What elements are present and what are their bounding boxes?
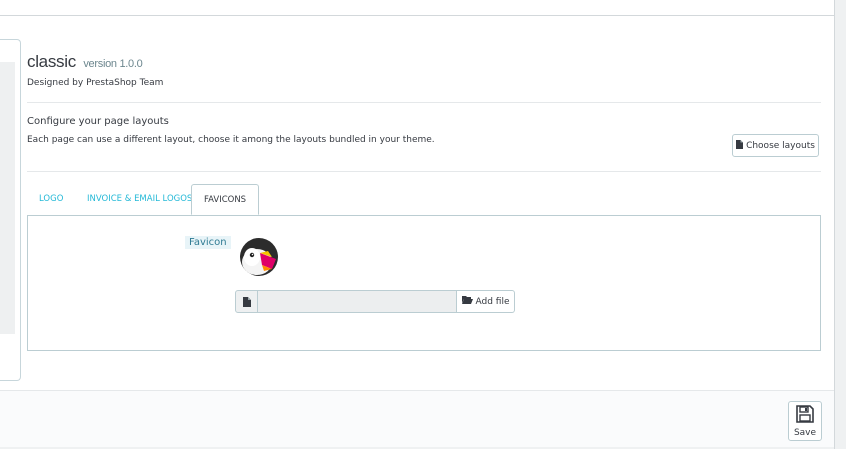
layouts-title: Configure your page layouts bbox=[27, 116, 169, 127]
choose-layouts-label: Choose layouts bbox=[746, 140, 815, 151]
theme-version: version 1.0.0 bbox=[83, 58, 143, 70]
divider bbox=[27, 171, 821, 172]
scroll-gutter bbox=[834, 0, 846, 449]
theme-author: Designed by PrestaShop Team bbox=[27, 78, 164, 88]
tab-favicons[interactable]: FAVICONS bbox=[191, 184, 260, 215]
add-file-button[interactable]: Add file bbox=[457, 290, 515, 313]
theme-title: classic version 1.0.0 bbox=[27, 52, 143, 72]
favicon-label: Favicon bbox=[185, 236, 231, 249]
add-file-label: Add file bbox=[475, 296, 510, 307]
layouts-description: Each page can use a different layout, ch… bbox=[27, 135, 435, 145]
folder-open-icon bbox=[461, 296, 473, 307]
theme-preview-card bbox=[0, 39, 21, 381]
panel-footer bbox=[0, 390, 834, 447]
prestashop-puffin-logo-icon bbox=[238, 235, 280, 277]
tab-invoice-email-logos[interactable]: INVOICE & EMAIL LOGOS bbox=[75, 184, 204, 215]
theme-preview-image bbox=[0, 62, 15, 334]
file-icon bbox=[235, 290, 258, 313]
favicon-file-upload: Add file bbox=[235, 290, 515, 313]
save-button[interactable]: Save bbox=[788, 401, 822, 441]
logo-tabs: LOGO INVOICE & EMAIL LOGOS FAVICONS bbox=[27, 184, 821, 215]
top-bar bbox=[0, 0, 834, 16]
floppy-disk-icon bbox=[796, 404, 814, 427]
tab-logo[interactable]: LOGO bbox=[27, 184, 75, 215]
theme-name: classic bbox=[27, 52, 76, 71]
favicons-tab-content bbox=[27, 215, 821, 351]
divider bbox=[27, 102, 821, 103]
choose-layouts-button[interactable]: Choose layouts bbox=[732, 134, 819, 157]
favicon-file-input[interactable] bbox=[258, 290, 457, 313]
file-icon bbox=[736, 139, 744, 152]
theme-panel: classic version 1.0.0 Designed by Presta… bbox=[0, 16, 835, 447]
save-label: Save bbox=[793, 427, 817, 438]
